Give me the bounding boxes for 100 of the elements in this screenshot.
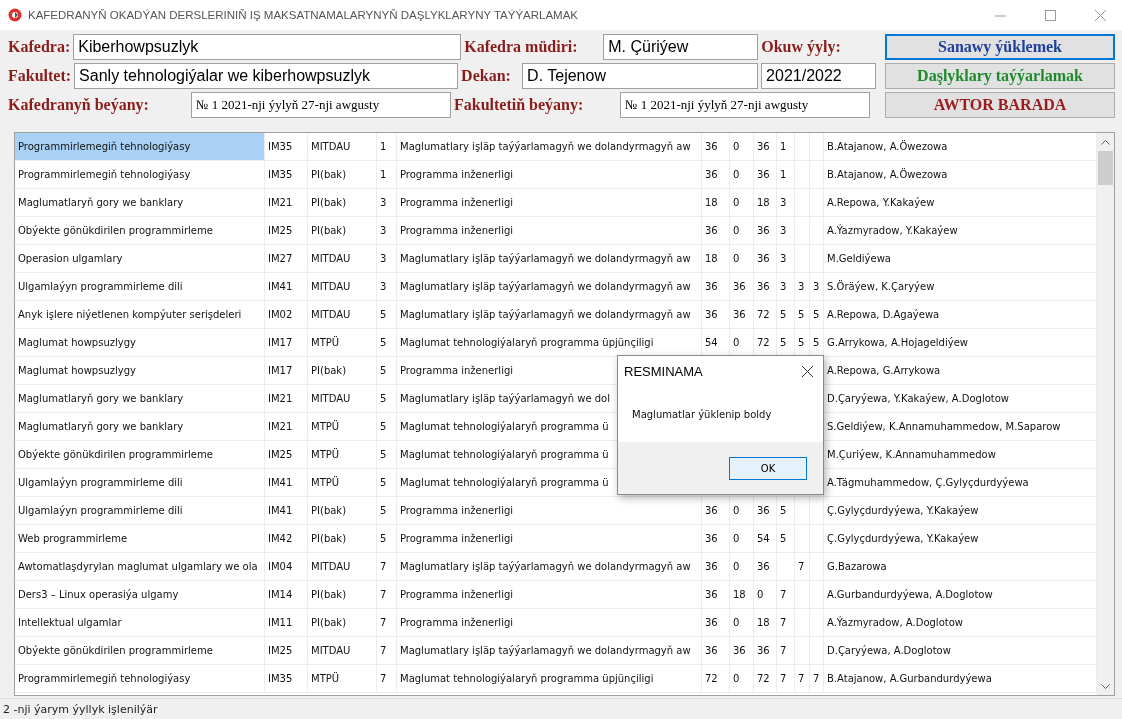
table-cell[interactable]: Intellektual ulgamlar xyxy=(15,609,265,636)
table-cell: 3 xyxy=(780,281,787,292)
dialog-title: RESMINAMA xyxy=(624,363,703,379)
table-cell: 54 xyxy=(705,337,718,348)
action-button[interactable]: Sanawy ýüklemek xyxy=(885,34,1115,60)
table-cell: 1 xyxy=(780,141,787,152)
table-cell[interactable]: Programmirlemegiň tehnologiýasy xyxy=(15,665,265,692)
table-cell: 5 xyxy=(813,337,820,348)
table-cell: 7 xyxy=(780,645,787,656)
input-field[interactable]: № 1 2021-nji ýylyň 27-nji awgusty xyxy=(620,92,870,118)
input-field[interactable]: № 1 2021-nji ýylyň 27-nji awgusty xyxy=(191,92,451,118)
table-cell[interactable]: Ders3 – Linux operasiýa ulgamy xyxy=(15,581,265,608)
table-cell[interactable]: Anyk işlere niýetlenen kompýuter serişdeleri xyxy=(15,301,265,328)
table-cell[interactable]: Maglumatlaryň gory we banklary xyxy=(15,385,265,412)
table-cell: Maglumat tehnologiýalaryň programma ü xyxy=(400,421,609,432)
table-cell: 36 xyxy=(705,645,718,656)
table-cell: 36 xyxy=(757,253,770,264)
table-cell: 3 xyxy=(380,225,387,236)
input-field[interactable]: Sanly tehnologiýalar we kiberhowpsuzlyk xyxy=(74,63,459,89)
table-cell[interactable]: Ulgamlaýyn programmirleme dili xyxy=(15,497,265,524)
table-cell: Programma inženerligi xyxy=(400,533,514,544)
table-cell: IM42 xyxy=(268,533,293,544)
table-cell: 36 xyxy=(705,281,718,292)
table-cell: PI(bak) xyxy=(311,617,347,628)
table-cell: MITDAU xyxy=(311,281,351,292)
table-cell: 7 xyxy=(780,617,787,628)
table-cell: PI(bak) xyxy=(311,197,347,208)
table-cell: 36 xyxy=(733,281,746,292)
table-cell: 1 xyxy=(380,169,387,180)
table-cell: 54 xyxy=(757,533,770,544)
field-label: Okuw ýyly: xyxy=(761,38,842,56)
table-cell: Maglumatlary işläp taýýarlamagyň we dolandyrmagyň aw xyxy=(400,561,691,572)
table-cell: MTPÜ xyxy=(311,337,340,348)
table-cell: IM25 xyxy=(268,645,293,656)
field-label: Kafedra müdiri: xyxy=(464,38,579,56)
table-cell[interactable]: Programmirlemegiň tehnologiýasy xyxy=(15,161,265,188)
table-cell: IM17 xyxy=(268,365,293,376)
table-cell: 5 xyxy=(780,337,787,348)
table-cell[interactable]: Maglumatlaryň gory we banklary xyxy=(15,189,265,216)
table-cell: MTPÜ xyxy=(311,673,340,684)
table-cell: PI(bak) xyxy=(311,589,347,600)
table-cell: 0 xyxy=(757,589,764,600)
table-cell: B.Atajanow, A.Gurbandurdyýewa xyxy=(827,673,992,684)
table-cell: 36 xyxy=(733,645,746,656)
table-cell[interactable]: Web programmirleme xyxy=(15,525,265,552)
table-cell: Maglumat tehnologiýalaryň programma üpjünçiligi xyxy=(400,337,654,348)
table-cell: 7 xyxy=(780,673,787,684)
table-cell[interactable]: Obýekte gönükdirilen programmirleme xyxy=(15,637,265,664)
table-cell: D.Çaryýewa, A.Doglotow xyxy=(827,645,951,656)
table-cell: PI(bak) xyxy=(311,533,347,544)
table-cell: IM21 xyxy=(268,393,293,404)
field-label: Fakultet: xyxy=(8,67,72,85)
ok-button[interactable]: OK xyxy=(729,456,807,480)
scrollbar[interactable] xyxy=(1097,133,1114,695)
table-cell[interactable]: Obýekte gönükdirilen programmirleme xyxy=(15,217,265,244)
table-cell: MTPÜ xyxy=(311,477,340,488)
table-cell: 7 xyxy=(813,673,820,684)
table-cell: 36 xyxy=(757,141,770,152)
scroll-thumb[interactable] xyxy=(1098,151,1113,185)
table-cell[interactable]: Awtomatlaşdyrylan maglumat ulgamlary we ola xyxy=(15,553,265,580)
table-cell: 1 xyxy=(380,141,387,152)
table-cell: 36 xyxy=(705,141,718,152)
input-field[interactable]: M. Çüriýew xyxy=(603,34,759,60)
table-cell: 5 xyxy=(780,533,787,544)
table-cell[interactable]: Obýekte gönükdirilen programmirleme xyxy=(15,441,265,468)
table-cell: 36 xyxy=(705,309,718,320)
table-cell[interactable]: Maglumat howpsuzlygy xyxy=(15,357,265,384)
close-icon[interactable] xyxy=(802,365,813,377)
window-title: KAFEDRANYŇ OKADÝAN DERSLERINIŇ IŞ MAKSATNAMALARYNYŇ DAŞLYKLARYNY TAÝÝARLAMAK xyxy=(28,9,580,21)
table-cell: 5 xyxy=(380,393,387,404)
table-cell[interactable]: Ulgamlaýyn programmirleme dili xyxy=(15,469,265,496)
table-cell[interactable]: Maglumatlaryň gory we banklary xyxy=(15,413,265,440)
table-cell: Maglumatlary işläp taýýarlamagyň we dolandyrmagyň aw xyxy=(400,281,691,292)
table-cell: 18 xyxy=(733,589,746,600)
dialog-message: Maglumatlar ýüklenip boldy xyxy=(632,408,772,420)
action-button[interactable]: AWTOR BARADA xyxy=(885,92,1115,118)
table-cell: 36 xyxy=(705,561,718,572)
table-cell: 18 xyxy=(757,617,770,628)
table-cell: 1 xyxy=(780,169,787,180)
table-cell: A.Repowa, G.Arrykowa xyxy=(827,365,941,376)
table-cell: A.Ýazmyradow, Y.Kakaýew xyxy=(827,225,958,236)
table-cell: 72 xyxy=(757,337,770,348)
table-cell[interactable]: Programmirlemegiň tehnologiýasy xyxy=(15,133,265,160)
table-cell[interactable]: Maglumat howpsuzlygy xyxy=(15,329,265,356)
table-cell[interactable]: Ulgamlaýyn programmirleme dili xyxy=(15,273,265,300)
table-cell: IM41 xyxy=(268,477,293,488)
table-cell: 7 xyxy=(380,673,387,684)
table-cell: 5 xyxy=(380,505,387,516)
table-cell: 36 xyxy=(757,505,770,516)
input-field[interactable]: 2021/2022 xyxy=(761,63,877,89)
table-cell: 36 xyxy=(757,169,770,180)
table-cell: Maglumatlary işläp taýýarlamagyň we dolandyrmagyň aw xyxy=(400,253,691,264)
maximize-icon[interactable] xyxy=(1044,9,1056,21)
input-field[interactable]: Kiberhowpsuzlyk xyxy=(73,34,462,60)
table-cell: 5 xyxy=(780,505,787,516)
table-cell: IM04 xyxy=(268,561,293,572)
table-cell: 18 xyxy=(705,197,718,208)
table-cell[interactable]: Operasion ulgamlary xyxy=(15,245,265,272)
input-field[interactable]: D. Tejenow xyxy=(522,63,759,89)
table-cell: IM41 xyxy=(268,281,293,292)
